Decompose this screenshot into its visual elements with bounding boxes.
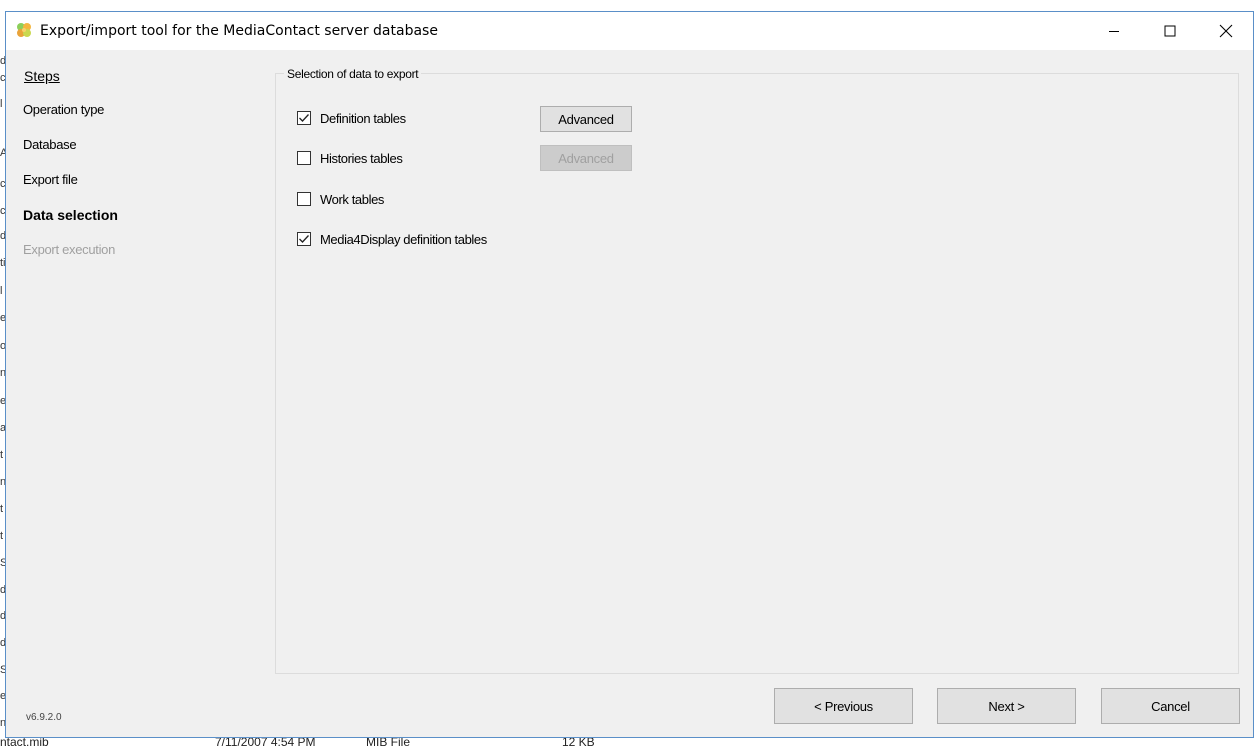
bg-char: t: [0, 530, 4, 542]
bg-char: t: [0, 503, 4, 515]
option-definition-tables[interactable]: Definition tables: [297, 109, 406, 127]
bg-char: l: [0, 98, 3, 110]
cancel-button[interactable]: Cancel: [1101, 688, 1240, 724]
group-title: Selection of data to export: [284, 67, 422, 81]
definition-advanced-button[interactable]: Advanced: [540, 106, 632, 132]
minimize-icon: [1109, 31, 1119, 32]
maximize-button[interactable]: [1147, 12, 1193, 50]
work-tables-checkbox[interactable]: [297, 192, 311, 206]
checkmark-icon: [299, 235, 309, 243]
close-icon: [1219, 24, 1233, 38]
histories-tables-checkbox[interactable]: [297, 151, 311, 165]
bg-file-modified: 7/11/2007 4:54 PM: [215, 738, 316, 749]
window-title: Export/import tool for the MediaContact …: [40, 23, 438, 39]
histories-advanced-button[interactable]: Advanced: [540, 145, 632, 171]
next-button[interactable]: Next >: [937, 688, 1076, 724]
step-export-execution: Export execution: [23, 242, 116, 257]
bg-char: l: [0, 285, 3, 297]
step-database: Database: [23, 137, 77, 152]
maximize-icon: [1164, 25, 1176, 37]
bg-file-size: 12 KB: [562, 738, 595, 749]
option-work-tables[interactable]: Work tables: [297, 190, 384, 208]
step-data-selection: Data selection: [23, 207, 118, 223]
definition-tables-checkbox[interactable]: [297, 111, 311, 125]
previous-button[interactable]: < Previous: [774, 688, 913, 724]
background-file-row[interactable]: ntact.mib 7/11/2007 4:54 PM MIB File 12 …: [0, 738, 1258, 750]
bg-file-type: MIB File: [366, 738, 411, 749]
bg-file-name: ntact.mib: [0, 738, 49, 749]
media4display-label[interactable]: Media4Display definition tables: [320, 232, 487, 247]
minimize-button[interactable]: [1091, 12, 1137, 50]
version-label: v6.9.2.0: [26, 712, 62, 723]
checkmark-icon: [299, 114, 309, 122]
work-tables-label[interactable]: Work tables: [320, 192, 384, 207]
option-media4display-tables[interactable]: Media4Display definition tables: [297, 230, 487, 248]
definition-tables-label[interactable]: Definition tables: [320, 111, 406, 126]
histories-tables-label[interactable]: Histories tables: [320, 151, 403, 166]
app-puzzle-icon: [17, 23, 31, 37]
media4display-checkbox[interactable]: [297, 232, 311, 246]
steps-header: Steps: [24, 68, 60, 84]
bg-char: t: [0, 449, 4, 461]
title-bar[interactable]: Export/import tool for the MediaContact …: [6, 12, 1253, 50]
option-histories-tables[interactable]: Histories tables: [297, 149, 403, 167]
step-export-file: Export file: [23, 172, 78, 187]
close-button[interactable]: [1203, 12, 1249, 50]
export-import-window: Export/import tool for the MediaContact …: [5, 11, 1254, 738]
data-selection-group: [275, 73, 1239, 674]
step-operation-type: Operation type: [23, 102, 105, 117]
